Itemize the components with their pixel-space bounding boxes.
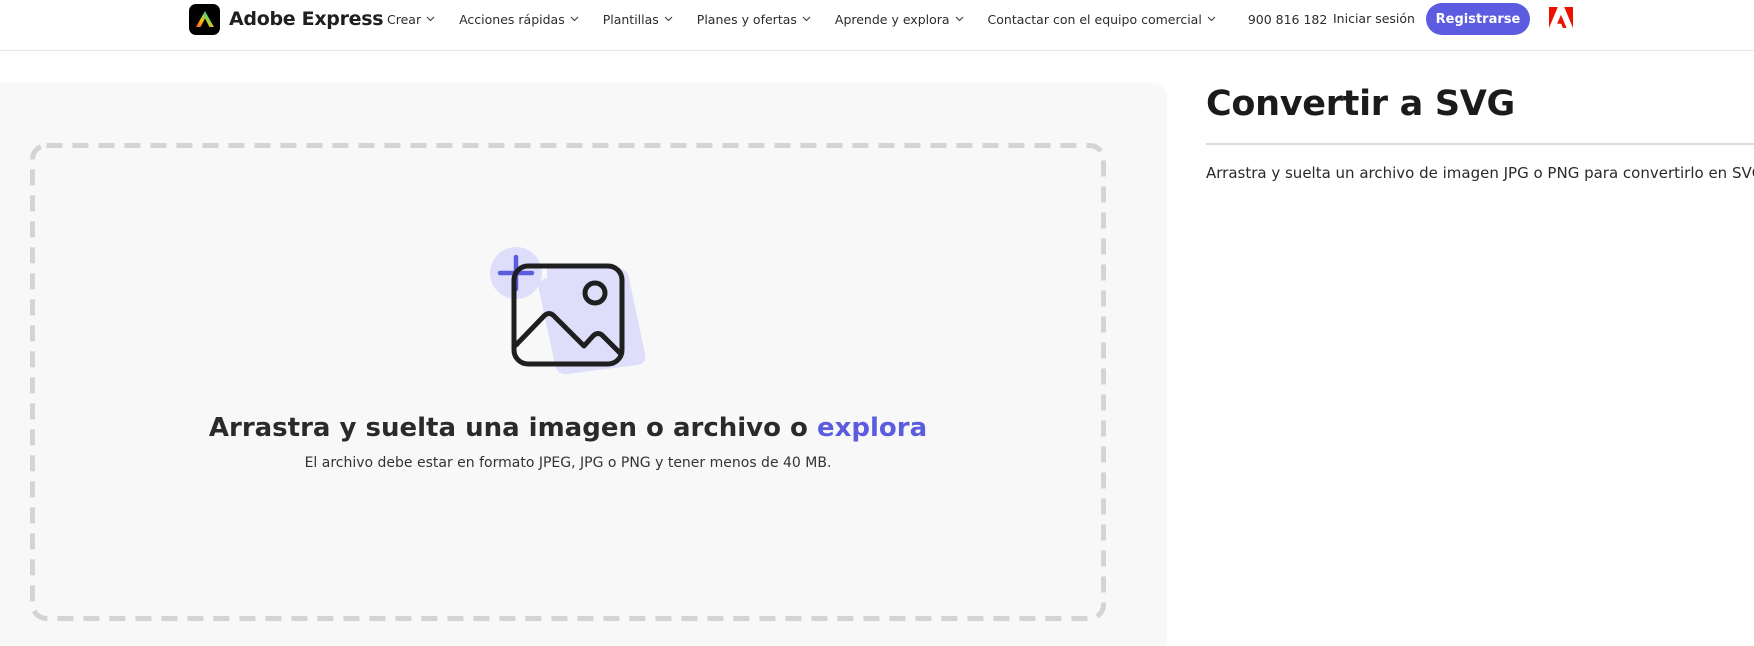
- upload-panel: Arrastra y suelta una imagen o archivo o…: [0, 83, 1167, 646]
- nav-item-contactar-comercial[interactable]: Contactar con el equipo comercial: [988, 12, 1216, 27]
- nav-item-aprende-y-explora[interactable]: Aprende y explora: [835, 12, 964, 27]
- brand-name: Adobe Express: [229, 8, 384, 30]
- brand-home-link[interactable]: Adobe Express: [189, 3, 384, 35]
- file-requirements-text: El archivo debe estar en formato JPEG, J…: [304, 455, 832, 471]
- add-image-icon: [490, 247, 646, 375]
- chevron-down-icon: [570, 16, 579, 22]
- nav-item-label: Plantillas: [602, 11, 659, 27]
- adobe-express-logo-icon: [189, 3, 220, 35]
- browse-files-link[interactable]: explora: [817, 413, 927, 443]
- dropzone-heading: Arrastra y suelta una imagen o archivo o…: [30, 413, 1106, 443]
- chevron-down-icon: [802, 16, 811, 22]
- sales-phone-link[interactable]: 900 816 182: [1248, 12, 1328, 27]
- page-description: Arrastra y suelta un archivo de imagen J…: [1206, 164, 1754, 182]
- nav-item-label: Aprende y explora: [834, 11, 950, 27]
- login-link[interactable]: Iniciar sesión: [1333, 11, 1415, 26]
- nav-item-plantillas[interactable]: Plantillas: [603, 12, 673, 27]
- main-menu: Crear Acciones rápidas Plantillas Planes…: [387, 0, 1327, 38]
- nav-item-label: Contactar con el equipo comercial: [987, 11, 1202, 27]
- chevron-down-icon: [664, 16, 673, 22]
- chevron-down-icon: [426, 16, 435, 22]
- nav-item-label: Acciones rápidas: [459, 11, 565, 27]
- nav-item-label: Crear: [387, 11, 422, 27]
- nav-item-acciones-rapidas[interactable]: Acciones rápidas: [459, 12, 579, 27]
- title-divider: [1206, 143, 1754, 145]
- nav-item-crear[interactable]: Crear: [387, 12, 435, 27]
- nav-item-planes-y-ofertas[interactable]: Planes y ofertas: [697, 12, 811, 27]
- chevron-down-icon: [1207, 16, 1216, 22]
- signup-button[interactable]: Registrarse: [1426, 3, 1530, 35]
- top-navigation: Adobe Express Crear Acciones rápidas Pla…: [0, 0, 1754, 51]
- adobe-logo-icon[interactable]: [1549, 7, 1573, 29]
- chevron-down-icon: [955, 16, 963, 22]
- page-title: Convertir a SVG: [1206, 84, 1515, 124]
- dropzone-heading-text: Arrastra y suelta una imagen o archivo o: [208, 413, 808, 443]
- file-dropzone[interactable]: [30, 143, 1106, 621]
- nav-item-label: Planes y ofertas: [696, 11, 797, 27]
